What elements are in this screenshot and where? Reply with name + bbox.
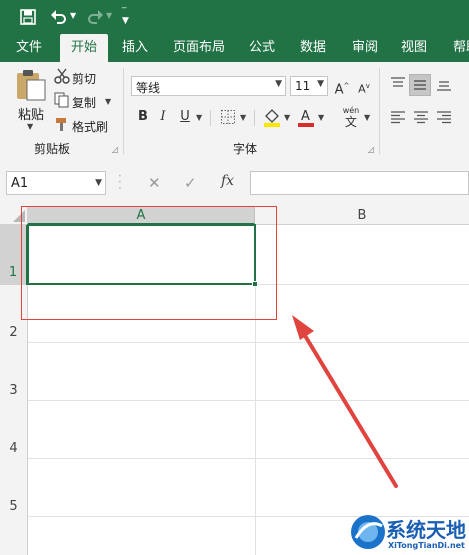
annotation-arrow-icon: [292, 315, 398, 488]
watermark: 系统天地 XiTongTianDi.net: [348, 512, 469, 555]
watermark-name: 系统天地: [386, 518, 466, 542]
watermark-url: XiTongTianDi.net: [388, 541, 465, 550]
watermark-logo: [351, 515, 385, 549]
